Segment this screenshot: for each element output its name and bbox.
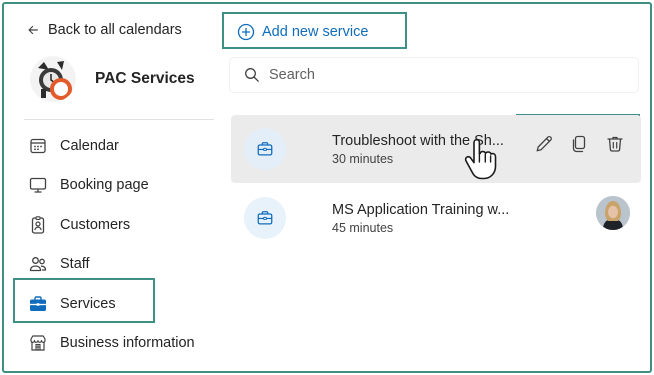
service-icon — [244, 197, 286, 239]
sidebar-item-label: Staff — [60, 256, 90, 273]
contact-card-icon — [31, 215, 45, 234]
service-card-ms-application-training[interactable]: MS Application Training w... 45 minutes — [231, 184, 641, 252]
staff-avatar — [596, 196, 630, 230]
add-new-service-label: Add new service — [262, 24, 369, 40]
people-icon — [29, 257, 47, 272]
search-input[interactable] — [269, 67, 569, 83]
service-icon — [244, 128, 286, 170]
briefcase-icon — [257, 142, 273, 156]
sidebar-item-customers[interactable]: Customers — [24, 205, 216, 245]
sidebar-item-calendar[interactable]: Calendar — [24, 126, 216, 166]
service-actions — [520, 118, 639, 170]
business-logo — [30, 56, 76, 102]
sidebar-item-label: Customers — [60, 216, 131, 233]
sidebar-item-label: Calendar — [60, 137, 119, 154]
business-header: PAC Services — [30, 56, 195, 102]
service-name: MS Application Training w... — [332, 201, 510, 218]
highlight-box-services — [13, 278, 155, 323]
delete-button[interactable] — [604, 133, 626, 155]
back-to-calendars-link[interactable]: Back to all calendars — [26, 22, 182, 38]
arrow-left-icon — [28, 25, 38, 35]
edit-button[interactable] — [533, 133, 555, 155]
sidebar-item-business-information[interactable]: Business information — [24, 324, 216, 364]
copy-icon — [573, 135, 586, 153]
copy-button[interactable] — [568, 133, 590, 155]
briefcase-icon — [257, 211, 273, 225]
sidebar-nav: Calendar Booking page Customers Staff Se… — [24, 126, 216, 363]
hand-pointer-cursor-icon — [464, 138, 497, 180]
service-duration: 45 minutes — [332, 220, 394, 235]
sidebar-item-label: Business information — [60, 335, 195, 352]
search-box — [230, 58, 638, 92]
building-icon — [30, 335, 46, 351]
sidebar-item-label: Booking page — [60, 177, 149, 194]
back-link-label: Back to all calendars — [48, 22, 182, 38]
calendar-icon — [30, 138, 46, 153]
business-name: PAC Services — [95, 70, 195, 87]
edit-icon — [536, 136, 552, 152]
sidebar-divider — [24, 119, 214, 120]
delete-icon — [607, 136, 623, 152]
sidebar-item-booking-page[interactable]: Booking page — [24, 166, 216, 206]
monitor-icon — [29, 178, 47, 193]
search-icon — [245, 68, 259, 82]
add-new-service-button[interactable]: Add new service — [237, 23, 368, 41]
add-circle-icon — [237, 23, 255, 41]
